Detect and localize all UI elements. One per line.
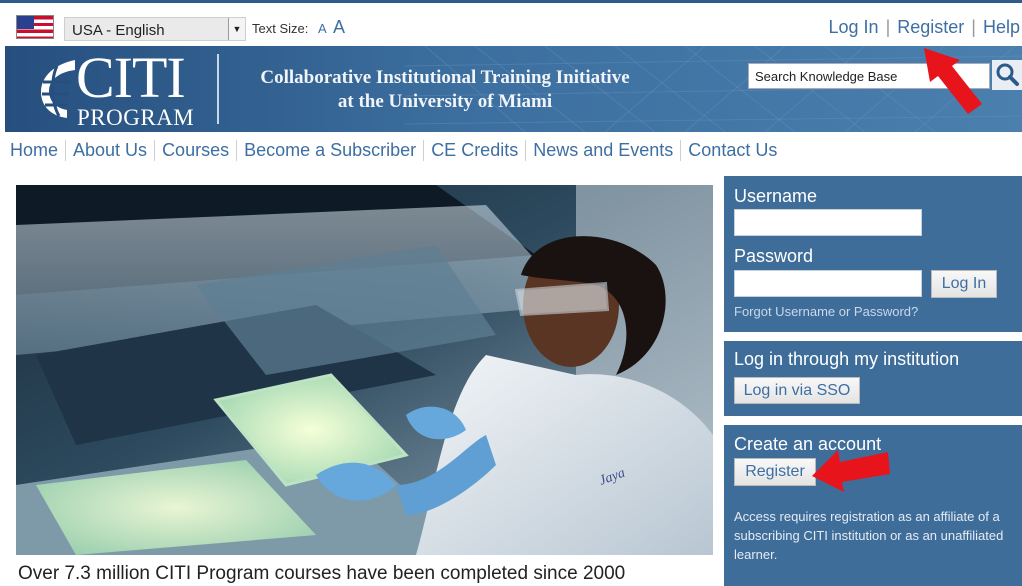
link-separator: | (885, 17, 891, 37)
password-input[interactable] (734, 270, 922, 297)
text-size-small-button[interactable]: A (318, 21, 327, 36)
nav-item-become-subscriber[interactable]: Become a Subscriber (236, 140, 423, 161)
logo-citi-text: CITI (76, 46, 186, 110)
password-label: Password (734, 246, 814, 266)
login-link[interactable]: Log In (829, 17, 879, 37)
top-links: Log In | Register | Help (829, 17, 1022, 38)
nav-item-ce-credits[interactable]: CE Credits (423, 140, 525, 161)
forgot-credentials-link[interactable]: Forgot Username or Password? (734, 304, 918, 319)
banner-tagline: Collaborative Institutional Training Ini… (235, 66, 655, 114)
chevron-down-icon[interactable]: ▼ (228, 18, 245, 40)
hero-image: Jaya (16, 185, 713, 555)
logo-divider (217, 54, 219, 124)
nav-item-news-events[interactable]: News and Events (525, 140, 680, 161)
search-icon (996, 63, 1019, 86)
tagline-line-2: at the University of Miami (337, 91, 553, 112)
nav-item-home[interactable]: Home (0, 140, 65, 161)
main-nav: Home About Us Courses Become a Subscriber CE… (0, 140, 784, 170)
sso-login-button[interactable]: Log in via SSO (734, 377, 860, 404)
globe-logo-icon (41, 60, 75, 118)
login-button[interactable]: Log In (931, 270, 997, 298)
hero-caption: Over 7.3 million CITI Program courses ha… (18, 563, 626, 584)
nav-item-courses[interactable]: Courses (154, 140, 236, 161)
link-separator: | (971, 17, 976, 37)
sso-panel-title: Log in through my institution (734, 349, 960, 369)
logo-program-text: PROGRAM (77, 105, 195, 130)
nav-item-about-us[interactable]: About Us (65, 140, 154, 161)
nav-item-contact-us[interactable]: Contact Us (680, 140, 784, 161)
registration-note: Access requires registration as an affil… (734, 509, 1004, 562)
text-size-label: Text Size: (252, 21, 309, 36)
usa-flag-icon (16, 15, 54, 39)
username-label: Username (734, 186, 818, 206)
register-button[interactable]: Register (734, 458, 816, 486)
search-button[interactable] (992, 60, 1022, 90)
tagline-line-1: Collaborative Institutional Training Ini… (260, 67, 630, 88)
red-arrow-icon (924, 48, 982, 114)
sso-panel: Log in through my institution Log in via… (724, 341, 1022, 416)
site-banner: CITI PROGRAM Collaborative Institutional… (5, 46, 1022, 132)
help-link[interactable]: Help (983, 17, 1020, 37)
top-utility-bar: USA - English ▼ Text Size: A A Log In | Re… (0, 0, 1022, 46)
language-select[interactable]: USA - English ▼ (64, 17, 246, 41)
language-select-value: USA - English (72, 22, 165, 39)
register-link[interactable]: Register (897, 17, 964, 37)
username-input[interactable] (734, 209, 922, 236)
text-size-large-button[interactable]: A (333, 17, 345, 38)
red-arrow-icon (812, 450, 890, 492)
login-panel: Username Password Log In Forgot Username… (724, 176, 1022, 332)
